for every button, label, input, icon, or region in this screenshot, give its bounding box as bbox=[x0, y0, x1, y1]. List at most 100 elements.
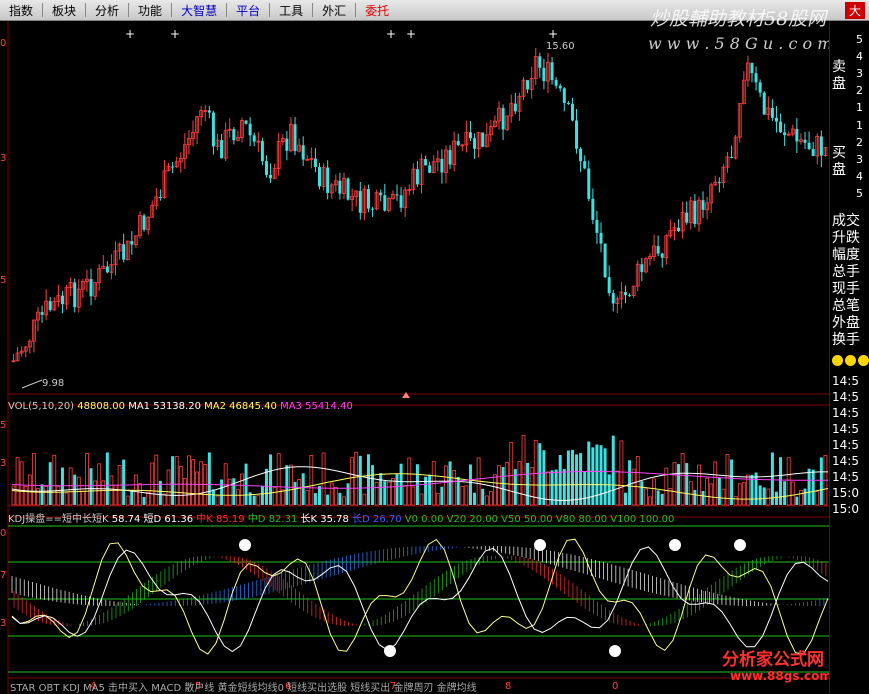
menu-item-dazhihui[interactable]: 大智慧 bbox=[172, 2, 226, 19]
menu-item-index[interactable]: 指数 bbox=[0, 2, 42, 19]
candle-body bbox=[570, 103, 574, 121]
status-dots bbox=[832, 355, 869, 366]
status-dot-icon bbox=[845, 355, 856, 366]
volume-bar bbox=[677, 464, 681, 505]
volume-bar bbox=[60, 467, 64, 505]
candle-body bbox=[758, 82, 762, 93]
candle-body bbox=[171, 166, 175, 168]
watermark-title: 炒股輔助教材58股网 bbox=[650, 8, 827, 30]
menu-item-sector[interactable]: 板块 bbox=[43, 2, 85, 19]
volume-bar bbox=[260, 486, 264, 505]
indicator-tab-strip[interactable]: STAR OBT KDJ MA5 击中买入 MACD 散户线 黄金短线均线0 短… bbox=[10, 681, 477, 694]
candle-body bbox=[383, 195, 387, 211]
volume-bar bbox=[440, 486, 444, 505]
watermark-site-url: www.88gs.com bbox=[730, 669, 832, 683]
volume-bar bbox=[685, 463, 689, 505]
kdj-y-tick: 3 bbox=[0, 618, 6, 629]
plus-signal-icon: + bbox=[548, 27, 558, 41]
volume-bar bbox=[542, 450, 546, 505]
menu-item-trade[interactable]: 委托 bbox=[356, 2, 398, 19]
price-y-tick: 3 bbox=[0, 153, 6, 164]
volume-bar bbox=[232, 478, 236, 505]
buy-level: 3 bbox=[856, 153, 863, 166]
candle-body bbox=[424, 159, 428, 166]
volume-bar bbox=[48, 462, 52, 505]
volume-bar bbox=[130, 490, 134, 505]
kdj-caption-item: V50 bbox=[498, 514, 521, 525]
kdj-caption-item: 35.78 bbox=[317, 514, 349, 525]
candle-body bbox=[501, 108, 505, 130]
volume-bar bbox=[562, 469, 566, 505]
menu-item-platform[interactable]: 平台 bbox=[227, 2, 269, 19]
candle-body bbox=[783, 132, 787, 136]
menu-item-analysis[interactable]: 分析 bbox=[86, 2, 128, 19]
volume-bar bbox=[346, 483, 350, 505]
candle-body bbox=[379, 192, 383, 196]
candle-body bbox=[371, 208, 375, 210]
candle-body bbox=[220, 140, 224, 159]
vol-value: 48808.00 bbox=[77, 401, 125, 412]
candle-body bbox=[428, 165, 432, 173]
kdj-caption-item: V80 bbox=[552, 514, 576, 525]
volume-bar bbox=[607, 474, 611, 505]
volume-bar bbox=[105, 452, 109, 505]
vol-ma1-label: MA1 bbox=[128, 401, 151, 412]
face-signal-icon bbox=[534, 539, 546, 551]
vol-ma3-label: MA3 bbox=[280, 401, 302, 412]
candle-body bbox=[513, 103, 517, 112]
volume-bar bbox=[379, 473, 383, 505]
menu-item-forex[interactable]: 外汇 bbox=[313, 2, 355, 19]
menu-item-function[interactable]: 功能 bbox=[129, 2, 171, 19]
candle-body bbox=[293, 124, 297, 152]
kdj-y-tick: 0 bbox=[0, 528, 6, 539]
menu-item-tools[interactable]: 工具 bbox=[270, 2, 312, 19]
buy-level: 5 bbox=[856, 187, 863, 200]
candle-body bbox=[248, 123, 252, 136]
volume-bar bbox=[701, 490, 705, 505]
candle-body bbox=[579, 148, 583, 162]
candle-body bbox=[252, 135, 256, 142]
kdj-caption-item: V20 bbox=[443, 514, 467, 525]
quote-field-label: 总笔 bbox=[832, 298, 860, 314]
tick-time: 14:5 bbox=[832, 454, 859, 468]
x-tick: 0 bbox=[612, 681, 618, 692]
volume-bar bbox=[171, 456, 175, 505]
candle-body bbox=[754, 73, 758, 83]
candle-body bbox=[395, 194, 399, 196]
candle-body bbox=[468, 132, 472, 139]
candle-body bbox=[550, 62, 554, 81]
kdj-caption-item: 长D bbox=[348, 514, 370, 525]
candle-body bbox=[301, 145, 305, 160]
candle-body bbox=[481, 132, 485, 147]
candle-body bbox=[158, 197, 162, 199]
candle-body bbox=[779, 121, 783, 133]
candle-body bbox=[685, 212, 689, 223]
sell-levels: 5 4 3 2 1 bbox=[856, 31, 868, 116]
volume-bar bbox=[326, 494, 330, 505]
brand-logo-icon: 大 bbox=[844, 1, 865, 19]
candle-body bbox=[526, 80, 530, 90]
volume-bar bbox=[481, 488, 485, 505]
plus-signal-icon: + bbox=[406, 27, 416, 41]
candle-body bbox=[624, 292, 627, 296]
candle-body bbox=[318, 166, 321, 187]
candle-body bbox=[717, 182, 721, 184]
volume-bar bbox=[566, 450, 570, 505]
vol-caption: VOL(5,10,20) 48808.00 MA1 53138.20 MA2 4… bbox=[8, 401, 353, 412]
volume-bar bbox=[628, 460, 632, 505]
candle-body bbox=[566, 102, 570, 104]
volume-bar bbox=[264, 468, 268, 505]
low-price-label: 9.98 bbox=[42, 378, 64, 389]
tick-time: 14:5 bbox=[832, 390, 859, 404]
face-signal-icon bbox=[669, 539, 681, 551]
candle-body bbox=[807, 142, 811, 150]
watermark-site: 分析家公式网 bbox=[722, 650, 824, 670]
buy-level: 4 bbox=[856, 170, 863, 183]
tick-time: 15:0 bbox=[832, 486, 859, 500]
volume-bar bbox=[538, 443, 542, 505]
kdj-caption-item: 中D bbox=[244, 514, 266, 525]
volume-bar bbox=[301, 473, 305, 505]
face-signal-icon bbox=[734, 539, 746, 551]
candle-body bbox=[211, 112, 215, 147]
price-y-tick: 0 bbox=[0, 38, 6, 49]
